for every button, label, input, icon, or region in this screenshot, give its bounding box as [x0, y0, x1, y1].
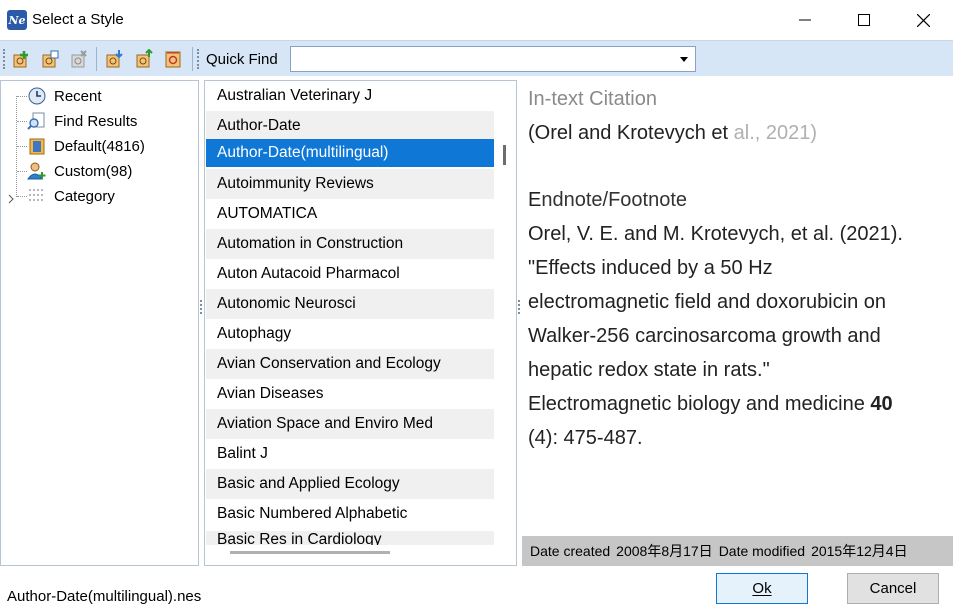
- reference-line: "Effects induced by a 50 Hz: [528, 257, 773, 279]
- style-list-item[interactable]: Basic Res in Cardiology: [206, 531, 494, 545]
- chevron-right-icon: [8, 194, 14, 204]
- style-list-item[interactable]: Autophagy: [206, 319, 494, 349]
- clock-icon: [28, 87, 46, 105]
- tree-item-label: Category: [54, 187, 115, 205]
- edit-style-button[interactable]: [40, 49, 60, 69]
- tree-item-label: Custom(98): [54, 162, 133, 180]
- reference-line: electromagnetic field and doxorubicin on: [528, 291, 886, 313]
- date-modified-value: 2015年12月4日: [811, 543, 908, 559]
- maximize-icon: [858, 14, 870, 26]
- style-list-item[interactable]: Avian Diseases: [206, 379, 494, 409]
- grid-icon: [29, 189, 43, 201]
- tree-splitter[interactable]: [200, 300, 203, 314]
- tree-item-label: Find Results: [54, 112, 138, 130]
- window-title: Select a Style: [32, 11, 124, 28]
- style-list-item[interactable]: Avian Conservation and Ecology: [206, 349, 494, 379]
- tree-item-recent[interactable]: Recent: [27, 85, 102, 107]
- reference-line: hepatic redox state in rats.": [528, 359, 770, 381]
- import-style-icon: [106, 50, 123, 68]
- reference-line: Orel, V. E. and M. Krotevych, et al. (20…: [528, 223, 903, 245]
- toolbar: Quick Find: [0, 40, 953, 76]
- tree-connector: [17, 196, 27, 197]
- tree-item-category[interactable]: Category: [27, 185, 115, 207]
- tree-connector: [17, 121, 27, 122]
- delete-style-button[interactable]: [69, 49, 89, 69]
- reference-line: Electromagnetic biology and medicine 40: [528, 393, 893, 415]
- export-style-button[interactable]: [134, 48, 154, 69]
- endnote-app-icon: Ne: [7, 10, 27, 30]
- style-list-item[interactable]: Automation in Construction: [206, 229, 494, 259]
- export-style-icon: [136, 48, 153, 68]
- quick-find-label: Quick Find: [206, 51, 278, 68]
- maximize-button[interactable]: [835, 0, 893, 40]
- reference-line: (4): 475-487.: [528, 427, 643, 449]
- style-list-item[interactable]: Auton Autacoid Pharmacol: [206, 259, 494, 289]
- tree-item-find-results[interactable]: Find Results: [27, 110, 137, 132]
- quick-find-combobox[interactable]: [290, 46, 696, 72]
- import-style-button[interactable]: [104, 49, 124, 69]
- category-tree: Recent Find Results Default(4816) Custom…: [0, 80, 199, 566]
- list-vertical-scrollbar-thumb[interactable]: [503, 145, 506, 165]
- quick-find-dropdown-button[interactable]: [673, 47, 695, 71]
- style-list-item[interactable]: Australian Veterinary J: [206, 81, 494, 111]
- tree-item-label: Default(4816): [54, 137, 145, 155]
- date-created-value: 2008年8月17日: [616, 543, 713, 559]
- style-manager-button[interactable]: [163, 49, 183, 69]
- style-list-item[interactable]: Aviation Space and Enviro Med: [206, 409, 494, 439]
- delete-style-icon: [71, 50, 87, 68]
- close-icon: [916, 13, 930, 27]
- reference-line: Walker-256 carcinosarcoma growth and: [528, 325, 881, 347]
- tree-connector: [17, 146, 27, 147]
- minimize-button[interactable]: [776, 0, 834, 40]
- chevron-down-icon: [680, 56, 688, 62]
- selected-style-filename: Author-Date(multilingual).nes: [7, 588, 202, 605]
- list-horizontal-scrollbar-thumb[interactable]: [230, 551, 390, 554]
- user-icon: [27, 162, 46, 180]
- style-list[interactable]: Australian Veterinary J Author-Date Auth…: [204, 80, 517, 566]
- preview-splitter[interactable]: [518, 300, 521, 314]
- tree-item-default[interactable]: Default(4816): [27, 135, 145, 157]
- toolbar-grip[interactable]: [197, 49, 200, 69]
- style-dates-bar: Date created 2008年8月17日 Date modified 20…: [522, 536, 953, 566]
- toolbar-grip[interactable]: [3, 49, 6, 69]
- style-preview: In-text Citation (Orel and Krotevych et …: [522, 80, 953, 566]
- tree-item-custom[interactable]: Custom(98): [27, 160, 132, 182]
- tree-connector: [17, 171, 27, 172]
- title-bar: Ne Select a Style: [0, 0, 953, 40]
- footnote-heading: Endnote/Footnote: [528, 189, 688, 211]
- close-button[interactable]: [894, 0, 952, 40]
- find-results-icon: [27, 112, 45, 130]
- style-list-item[interactable]: Autonomic Neurosci: [206, 289, 494, 319]
- style-list-item-selected[interactable]: Author-Date(multilingual): [206, 139, 494, 167]
- toolbar-separator: [192, 47, 193, 71]
- style-list-item[interactable]: AUTOMATICA: [206, 199, 494, 229]
- style-list-item[interactable]: Basic Numbered Alphabetic: [206, 499, 494, 529]
- style-list-item[interactable]: Author-Date: [206, 111, 494, 141]
- style-list-item[interactable]: Balint J: [206, 439, 494, 469]
- style-manager-icon: [165, 51, 181, 68]
- tree-connector: [17, 96, 27, 97]
- new-style-icon: [13, 51, 28, 68]
- book-folder-icon: [29, 138, 45, 155]
- new-style-button[interactable]: [11, 49, 31, 69]
- intext-citation-heading: In-text Citation: [528, 88, 657, 110]
- date-modified-label: Date modified: [718, 543, 806, 559]
- expand-category-toggle[interactable]: [8, 191, 15, 209]
- tree-item-label: Recent: [54, 87, 102, 105]
- minimize-icon: [799, 19, 811, 21]
- style-list-item[interactable]: Basic and Applied Ecology: [206, 469, 494, 499]
- toolbar-separator: [96, 47, 97, 71]
- cancel-button[interactable]: Cancel: [847, 573, 939, 604]
- edit-style-icon: [42, 50, 59, 68]
- intext-citation-text: (Orel and Krotevych et al., 2021): [528, 122, 818, 144]
- date-created-label: Date created: [530, 543, 611, 559]
- style-list-item[interactable]: Autoimmunity Reviews: [206, 169, 494, 199]
- ok-button[interactable]: Ok: [716, 573, 808, 604]
